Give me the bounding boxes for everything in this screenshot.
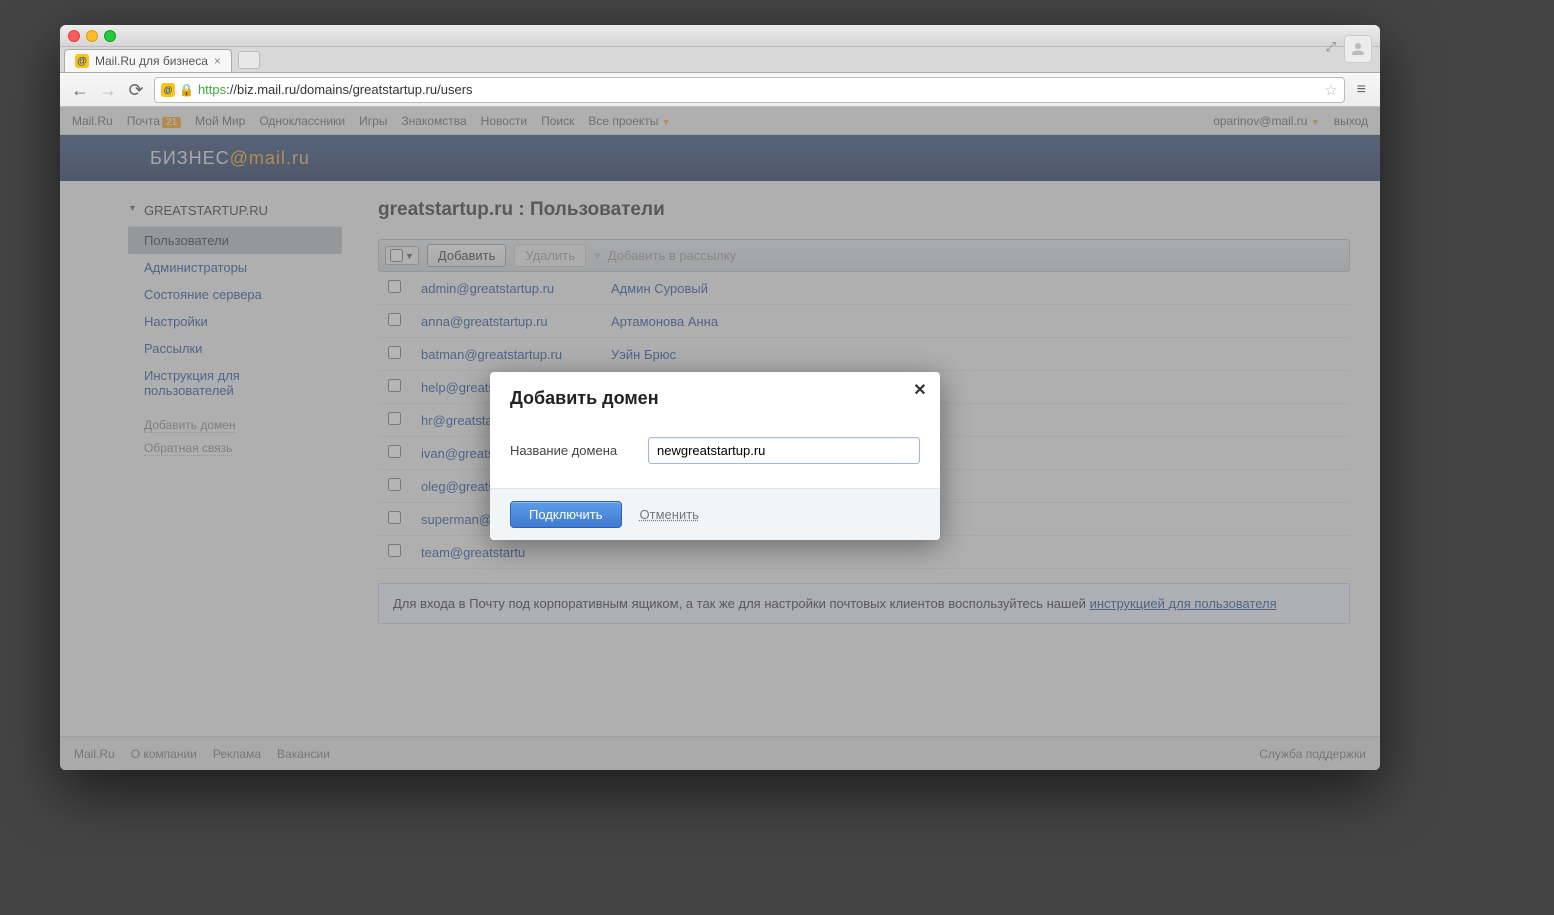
domain-name-input[interactable] <box>648 437 920 464</box>
add-domain-modal: Добавить домен ✕ Название домена Подключ… <box>490 372 940 540</box>
close-window-icon[interactable] <box>68 30 80 42</box>
cancel-button[interactable]: Отменить <box>640 507 699 522</box>
window-controls <box>68 30 116 42</box>
address-bar[interactable]: @ 🔒 https://biz.mail.ru/domains/greatsta… <box>154 77 1345 103</box>
reload-button[interactable]: ⟳ <box>126 81 146 99</box>
url-favicon-icon: @ <box>161 83 175 97</box>
forward-button: → <box>98 81 118 99</box>
bookmark-star-icon[interactable]: ☆ <box>1324 81 1337 99</box>
tab-title: Mail.Ru для бизнеса <box>95 54 208 68</box>
connect-domain-button[interactable]: Подключить <box>510 501 622 528</box>
lock-icon: 🔒 <box>179 83 194 97</box>
page-content: Mail.Ru Почта21 Мой Мир Одноклассники Иг… <box>60 107 1380 770</box>
modal-title: Добавить домен ✕ <box>490 372 940 419</box>
back-button[interactable]: ← <box>70 81 90 99</box>
browser-toolbar: ← → ⟳ @ 🔒 https://biz.mail.ru/domains/gr… <box>60 73 1380 107</box>
profile-avatar-icon[interactable] <box>1344 35 1372 63</box>
domain-name-label: Название домена <box>510 443 630 458</box>
fullscreen-icon[interactable]: ⤢ <box>1326 39 1336 55</box>
tab-close-icon[interactable]: × <box>214 54 221 68</box>
url-text: https://biz.mail.ru/domains/greatstartup… <box>198 82 1320 97</box>
minimize-window-icon[interactable] <box>86 30 98 42</box>
zoom-window-icon[interactable] <box>104 30 116 42</box>
new-tab-button[interactable] <box>238 51 260 69</box>
browser-tab[interactable]: @ Mail.Ru для бизнеса × <box>64 49 232 72</box>
window-titlebar <box>60 25 1380 47</box>
modal-close-icon[interactable]: ✕ <box>910 380 930 400</box>
browser-window: @ Mail.Ru для бизнеса × ⤢ ← → ⟳ @ 🔒 http… <box>60 25 1380 770</box>
menu-icon[interactable]: ≡ <box>1353 81 1370 99</box>
browser-tab-strip: @ Mail.Ru для бизнеса × ⤢ <box>60 47 1380 73</box>
tab-favicon-icon: @ <box>75 54 89 68</box>
